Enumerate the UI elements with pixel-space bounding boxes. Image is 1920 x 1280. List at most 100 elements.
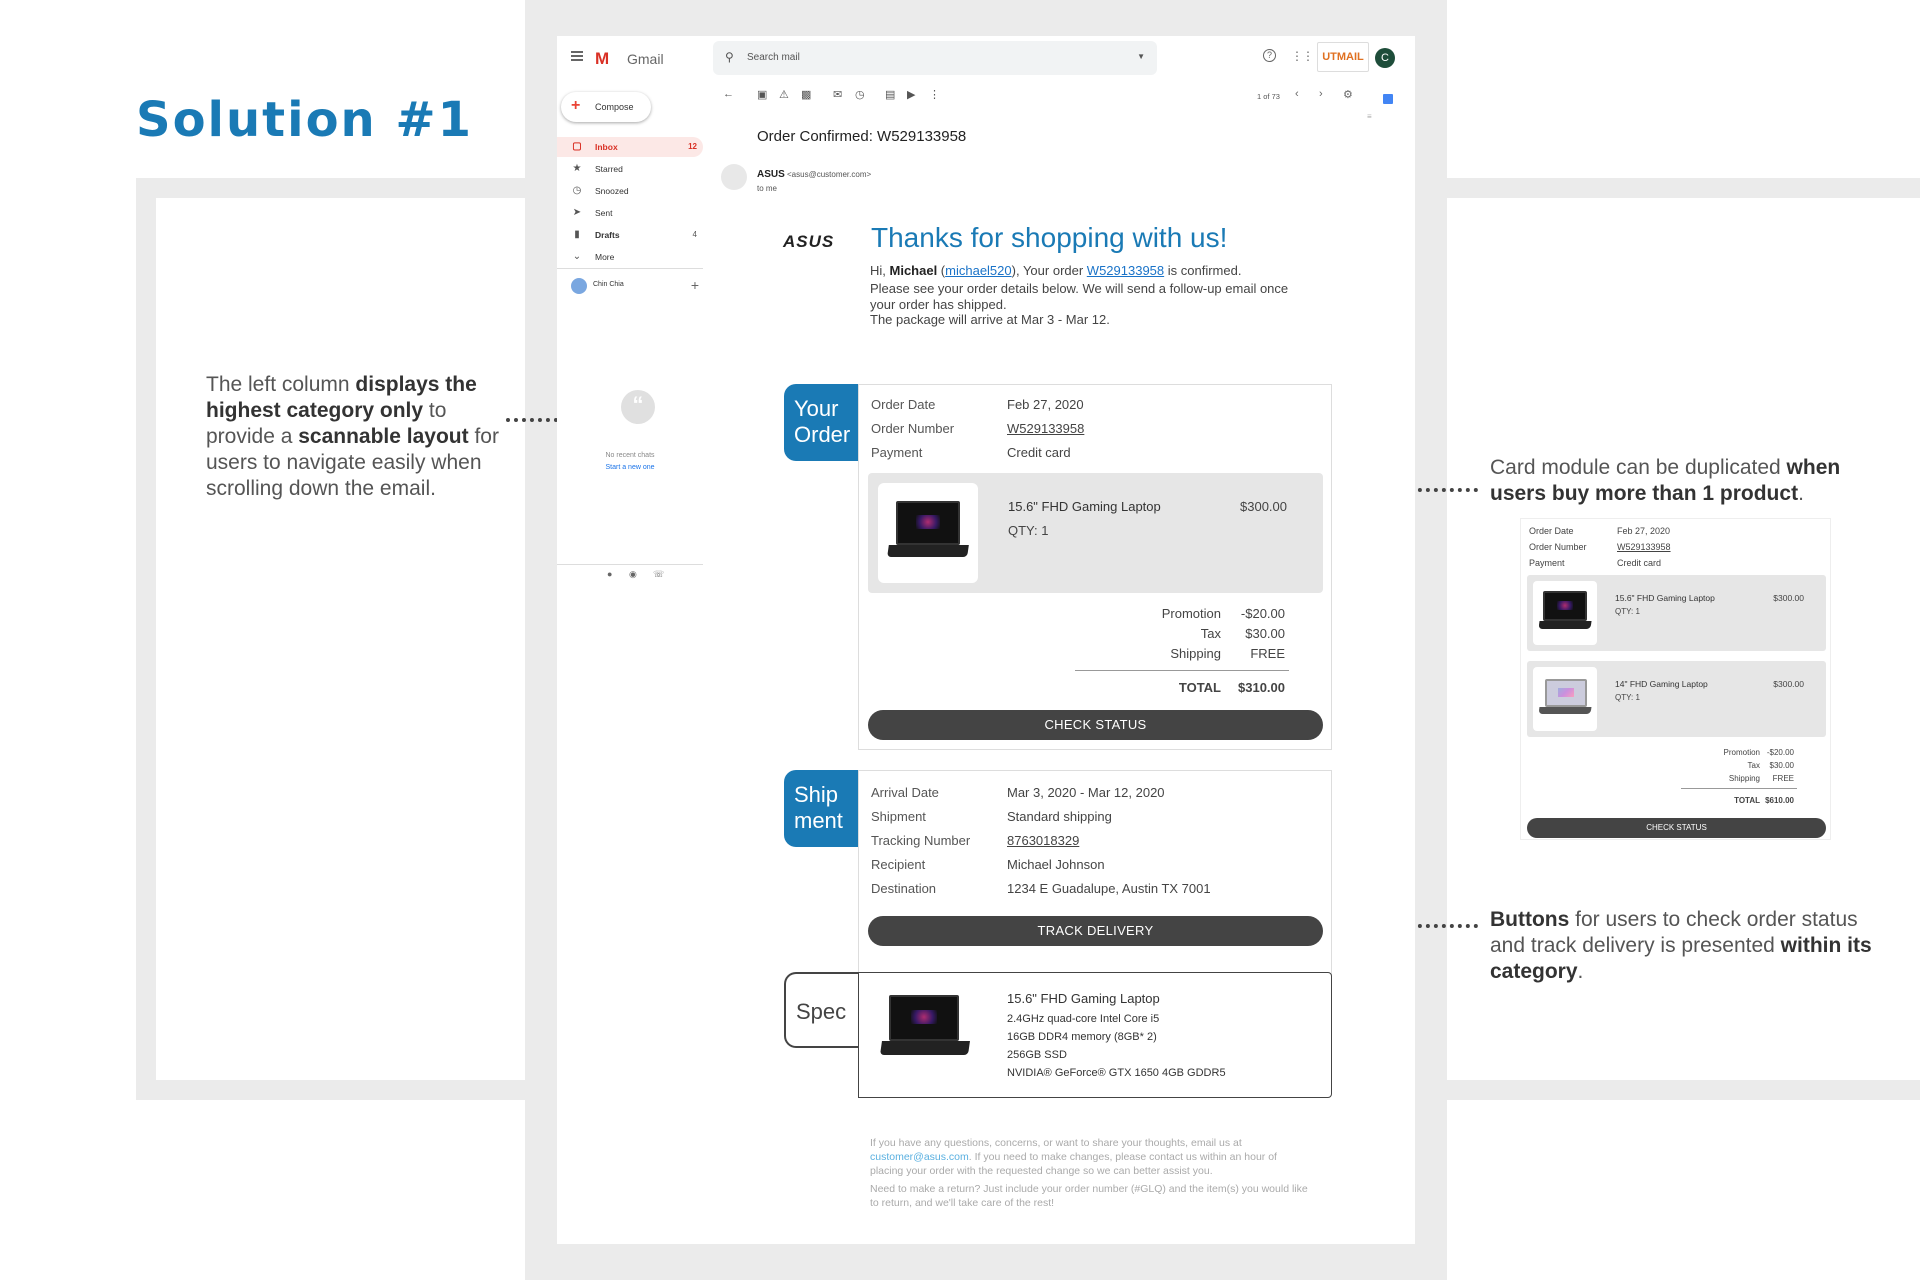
chat-bubble-icon: “	[621, 390, 655, 424]
account-avatar[interactable]: C	[1375, 48, 1395, 68]
clock-icon: ◷	[572, 185, 582, 196]
chat-icon[interactable]: ◉	[629, 569, 637, 580]
annotation-emphasis: Buttons	[1490, 908, 1570, 931]
recipient-label: Recipient	[871, 857, 926, 872]
next-icon[interactable]: ›	[1319, 88, 1323, 100]
tracking-number-link[interactable]: 8763018329	[1007, 833, 1079, 848]
tab-your-order: Your Order	[784, 384, 858, 461]
spec-line: 16GB DDR4 memory (8GB* 2)	[1007, 1031, 1157, 1043]
mini-order-date-label: Order Date	[1529, 526, 1574, 536]
sidebar-item-more[interactable]: ⌄ More	[557, 247, 703, 267]
settings-gear-icon[interactable]: ⚙	[1343, 88, 1353, 101]
support-email-link[interactable]: customer@asus.com	[870, 1151, 969, 1163]
mini-product-box: 14" FHD Gaming Laptop QTY: 1 $300.00	[1527, 661, 1826, 737]
username-link[interactable]: michael520	[945, 263, 1012, 278]
annotation-text: .	[1577, 960, 1584, 983]
sender-avatar	[721, 164, 747, 190]
mini-product-price: $300.00	[1773, 679, 1804, 689]
shipping-label: Shipping	[1170, 646, 1221, 661]
mini-check-status-button[interactable]: CHECK STATUS	[1527, 818, 1826, 838]
archive-icon[interactable]: ▣	[757, 88, 767, 101]
chevron-down-icon: ⌄	[572, 251, 582, 262]
hangouts-user[interactable]: Chin Chia +	[567, 276, 703, 296]
total-value: $310.00	[1238, 680, 1285, 695]
destination-address: 1234 E Guadalupe, Austin TX 7001	[1007, 881, 1211, 896]
total-label: TOTAL	[1178, 680, 1221, 695]
annotation-text: .	[1798, 482, 1804, 505]
order-date-label: Order Date	[871, 397, 936, 412]
compose-button[interactable]: + Compose	[561, 92, 651, 122]
sidebar-item-inbox[interactable]: ▢ Inbox 12	[557, 137, 703, 157]
mini-order-date: Feb 27, 2020	[1617, 526, 1671, 536]
start-new-chat-link[interactable]: Start a new one	[557, 464, 703, 471]
calendar-icon[interactable]	[1383, 94, 1393, 104]
mini-order-number-link[interactable]: W529133958	[1617, 542, 1671, 552]
move-to-icon[interactable]: ▤	[885, 88, 895, 101]
spec-line: NVIDIA® GeForce® GTX 1650 4GB GDDR5	[1007, 1067, 1226, 1079]
help-icon[interactable]: ?	[1263, 49, 1276, 62]
arrival-date-label: Arrival Date	[871, 785, 939, 800]
divider	[557, 268, 703, 269]
greeting-text: Hi,	[870, 263, 890, 278]
divider	[1075, 670, 1289, 671]
footer-paragraph: If you have any questions, concerns, or …	[870, 1136, 1310, 1178]
sidebar-item-starred[interactable]: ★ Starred	[557, 159, 703, 179]
tab-shipment: Ship ment	[784, 770, 858, 847]
annotation-left-column: The left column displays the highest cat…	[206, 372, 506, 502]
search-input[interactable]: ⚲ Search mail ▼	[713, 41, 1157, 75]
promotion-label: Promotion	[1161, 606, 1221, 621]
report-spam-icon[interactable]: ⚠	[779, 88, 789, 101]
product-qty: QTY: 1	[1008, 523, 1049, 538]
shipment-label: Shipment	[871, 809, 926, 824]
arrival-line: The package will arrive at Mar 3 - Mar 1…	[870, 312, 1110, 327]
shipping-value: FREE	[1250, 646, 1285, 661]
mark-unread-icon[interactable]: ✉	[833, 88, 842, 101]
slide-canvas: Solution #1 The left column displays the…	[0, 0, 1920, 1280]
tab-label: Ship	[794, 782, 839, 807]
track-delivery-button[interactable]: TRACK DELIVERY	[868, 916, 1323, 946]
annotation-card-module: Card module can be duplicated when users…	[1490, 455, 1890, 507]
star-icon: ★	[572, 163, 582, 174]
product-price: $300.00	[1240, 499, 1287, 514]
phone-icon[interactable]: ☏	[653, 569, 664, 580]
label-icon[interactable]: ▶	[907, 88, 915, 101]
avatar	[571, 278, 587, 294]
laptop-image	[873, 991, 973, 1081]
order-number-link[interactable]: W529133958	[1007, 421, 1084, 436]
search-options-icon[interactable]: ▼	[1137, 52, 1145, 61]
greeting-text: (	[937, 263, 946, 278]
sidebar-item-snoozed[interactable]: ◷ Snoozed	[557, 181, 703, 201]
laptop-image	[878, 483, 978, 583]
delete-icon[interactable]: ▩	[801, 88, 811, 101]
brand-badge: UTMAIL	[1317, 42, 1369, 72]
order-number-link[interactable]: W529133958	[1087, 263, 1164, 278]
mini-payment-label: Payment	[1529, 558, 1565, 568]
destination-label: Destination	[871, 881, 937, 896]
product-name: 15.6" FHD Gaming Laptop	[1008, 499, 1161, 514]
slide-title: Solution #1	[136, 92, 474, 148]
check-status-button[interactable]: CHECK STATUS	[868, 710, 1323, 740]
email-subject: Order Confirmed: W529133958	[757, 128, 967, 145]
product-box: 15.6" FHD Gaming Laptop QTY: 1 $300.00	[868, 473, 1323, 593]
more-icon[interactable]: ⋮	[929, 88, 940, 101]
person-icon[interactable]: ●	[607, 569, 612, 579]
annotation-text: The left column	[206, 373, 356, 396]
prev-icon[interactable]: ‹	[1295, 88, 1299, 100]
mini-card-module: Order Date Feb 27, 2020 Order Number W52…	[1520, 518, 1831, 840]
recipient-name: Michael Johnson	[1007, 857, 1105, 872]
back-icon[interactable]: ←	[723, 88, 734, 100]
spec-line: 256GB SSD	[1007, 1049, 1067, 1061]
compose-label: Compose	[595, 102, 634, 112]
snooze-icon[interactable]: ◷	[855, 88, 865, 101]
sidebar-label: More	[595, 252, 615, 262]
menu-icon[interactable]	[571, 51, 583, 61]
mini-product-name: 14" FHD Gaming Laptop	[1615, 679, 1708, 689]
mini-total: $610.00	[1765, 796, 1794, 805]
sidebar-item-drafts[interactable]: ▮ Drafts 4	[557, 225, 703, 245]
sidebar-item-sent[interactable]: ➤ Sent	[557, 203, 703, 223]
plus-icon: +	[571, 97, 581, 114]
order-date: Feb 27, 2020	[1007, 397, 1084, 412]
gmail-logo-icon: M	[595, 49, 610, 68]
send-icon: ➤	[572, 207, 582, 218]
add-icon[interactable]: +	[691, 277, 699, 293]
